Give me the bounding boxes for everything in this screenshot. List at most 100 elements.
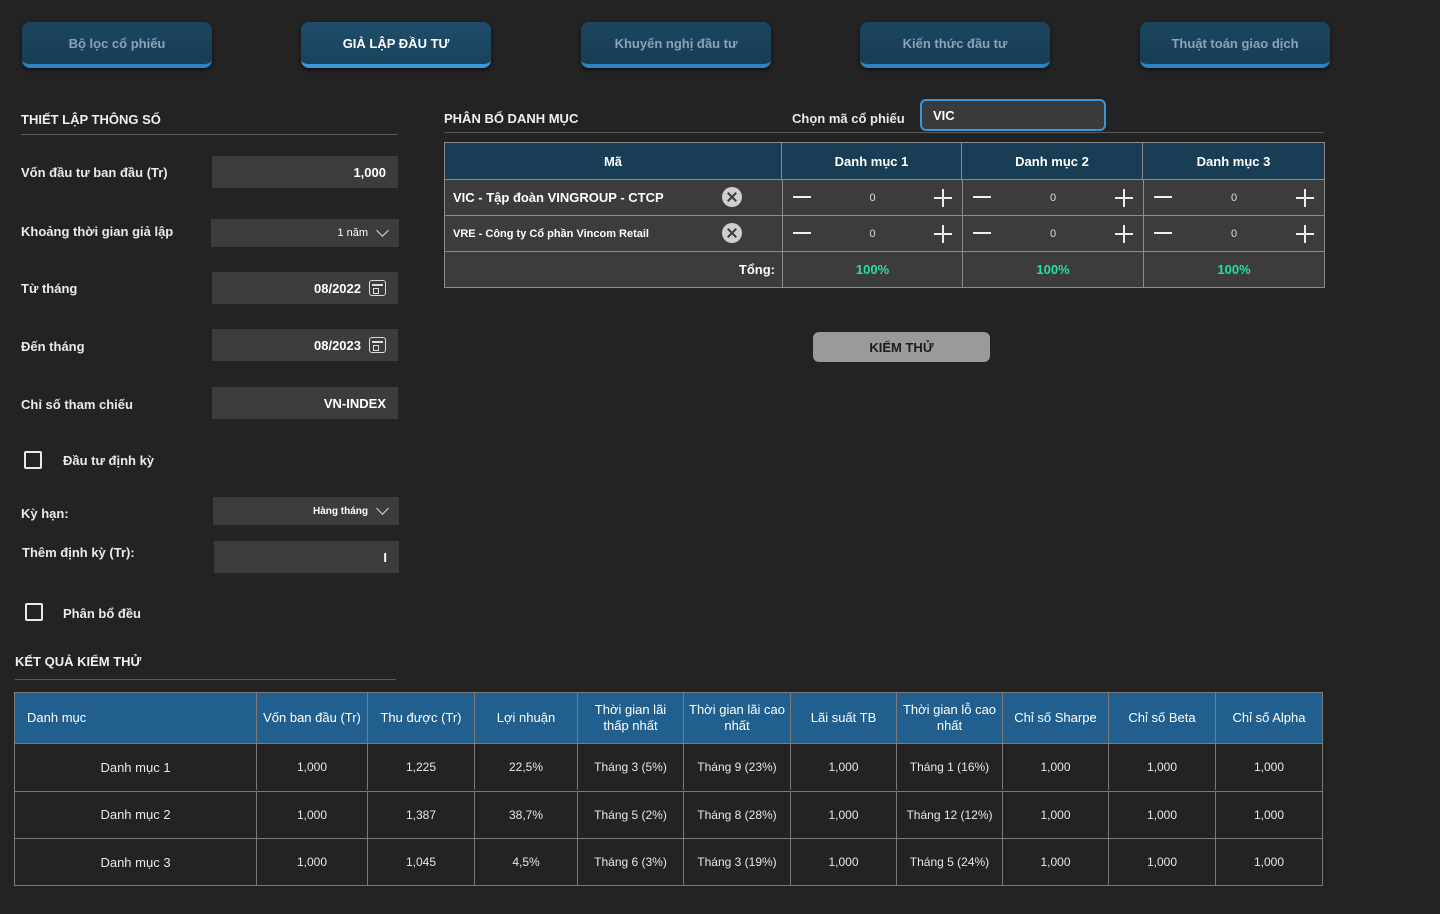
results-header-lowest-profit-time: Thời gian lãi thấp nhất	[578, 693, 684, 743]
results-cell-initial-capital: 1,000	[257, 743, 368, 790]
results-header-sharpe: Chỉ số Sharpe	[1003, 693, 1109, 743]
chevron-down-icon	[376, 502, 389, 515]
chevron-down-icon	[376, 224, 389, 237]
from-month-input[interactable]: 08/2022	[212, 272, 398, 304]
term-value: Hàng tháng	[313, 505, 368, 517]
benchmark-value: VN-INDEX	[323, 395, 386, 411]
initial-capital-value: 1,000	[353, 164, 386, 180]
plus-icon[interactable]	[1296, 225, 1314, 243]
results-cell-initial-capital: 1,000	[257, 838, 368, 885]
results-divider	[15, 679, 396, 680]
tab-trading-algorithm[interactable]: Thuật toán giao dịch	[1140, 22, 1330, 68]
to-month-input[interactable]: 08/2023	[212, 329, 398, 361]
symbol-value: VIC	[933, 107, 955, 123]
period-select[interactable]: 1 năm	[211, 219, 399, 247]
alloc-total-row: Tổng: 100% 100% 100%	[445, 251, 1324, 287]
benchmark-input[interactable]: VN-INDEX	[212, 387, 398, 419]
term-select[interactable]: Hàng tháng	[213, 497, 399, 525]
alloc-total-value: 100%	[1143, 252, 1324, 287]
periodic-add-value: I	[383, 549, 387, 565]
results-cell-highest-loss-time: Tháng 1 (16%)	[897, 743, 1003, 790]
results-cell-sharpe: 1,000	[1003, 743, 1109, 790]
results-cell-lowest-profit-time: Tháng 5 (2%)	[578, 790, 684, 838]
alloc-cell: 0	[1143, 180, 1324, 215]
alloc-row: VIC - Tập đoàn VINGROUP - CTCP 0 0 0	[445, 179, 1324, 215]
results-header-portfolio: Danh mục	[15, 693, 257, 743]
alloc-stock-name: VIC - Tập đoàn VINGROUP - CTCP	[453, 190, 664, 205]
results-cell-received: 1,225	[368, 743, 475, 790]
alloc-header-portfolio-3: Danh mục 3	[1143, 143, 1324, 179]
results-header-alpha: Chỉ số Alpha	[1216, 693, 1322, 743]
results-cell-portfolio: Danh mục 2	[15, 790, 257, 838]
initial-capital-input[interactable]: 1,000	[212, 156, 398, 188]
results-cell-beta: 1,000	[1109, 790, 1216, 838]
results-header-beta: Chỉ số Beta	[1109, 693, 1216, 743]
results-cell-portfolio: Danh mục 1	[15, 743, 257, 790]
equal-allocation-label: Phân bổ đều	[63, 606, 141, 621]
results-cell-beta: 1,000	[1109, 743, 1216, 790]
backtest-button[interactable]: KIỂM THỬ	[813, 332, 990, 362]
results-cell-sharpe: 1,000	[1003, 790, 1109, 838]
results-cell-portfolio: Danh mục 3	[15, 838, 257, 885]
results-title: KẾT QUẢ KIỂM THỬ	[15, 654, 142, 669]
allocation-title: PHÂN BỔ DANH MỤC	[444, 111, 579, 126]
plus-icon[interactable]	[1115, 225, 1133, 243]
plus-icon[interactable]	[1296, 189, 1314, 207]
results-cell-beta: 1,000	[1109, 838, 1216, 885]
to-month-label: Đến tháng	[21, 339, 85, 354]
plus-icon[interactable]	[1115, 189, 1133, 207]
results-cell-highest-profit-time: Tháng 8 (28%)	[684, 790, 791, 838]
term-label: Kỳ hạn:	[21, 506, 69, 521]
period-value: 1 năm	[337, 227, 368, 239]
tab-investment-knowledge[interactable]: Kiến thức đầu tư	[860, 22, 1050, 68]
results-cell-highest-profit-time: Tháng 3 (19%)	[684, 838, 791, 885]
settings-divider	[21, 134, 398, 135]
results-cell-profit: 22,5%	[475, 743, 578, 790]
alloc-cell: 0	[962, 180, 1143, 215]
results-table: Danh mục Vốn ban đầu (Tr) Thu được (Tr) Lợi…	[14, 692, 1323, 886]
alloc-cell: 0	[782, 216, 962, 251]
results-cell-received: 1,045	[368, 838, 475, 885]
periodic-investment-checkbox[interactable]	[24, 451, 42, 469]
results-cell-highest-profit-time: Tháng 9 (23%)	[684, 743, 791, 790]
alloc-cell: 0	[782, 180, 962, 215]
settings-title: THIẾT LẬP THÔNG SỐ	[21, 112, 161, 127]
alloc-header-portfolio-1: Danh mục 1	[782, 143, 962, 179]
equal-allocation-checkbox[interactable]	[25, 603, 43, 621]
alloc-cell: 0	[1143, 216, 1324, 251]
to-month-value: 08/2023	[314, 337, 361, 353]
periodic-add-input[interactable]: I	[214, 541, 399, 573]
plus-icon[interactable]	[934, 189, 952, 207]
calendar-icon[interactable]	[369, 280, 386, 296]
plus-icon[interactable]	[934, 225, 952, 243]
remove-icon[interactable]	[722, 223, 742, 243]
benchmark-label: Chỉ số tham chiếu	[21, 397, 133, 412]
results-header-received: Thu được (Tr)	[368, 693, 475, 743]
periodic-add-label: Thêm định kỳ (Tr):	[22, 545, 135, 560]
remove-icon[interactable]	[722, 187, 742, 207]
period-label: Khoảng thời gian giả lập	[21, 224, 174, 239]
results-header-avg-interest: Lãi suất TB	[791, 693, 897, 743]
results-cell-initial-capital: 1,000	[257, 790, 368, 838]
results-cell-avg-interest: 1,000	[791, 790, 897, 838]
results-cell-alpha: 1,000	[1216, 838, 1322, 885]
allocation-table: Mã Danh mục 1 Danh mục 2 Danh mục 3 VIC …	[444, 142, 1325, 288]
results-cell-highest-loss-time: Tháng 5 (24%)	[897, 838, 1003, 885]
tab-investment-simulation[interactable]: GIẢ LẬP ĐẦU TƯ	[301, 22, 491, 68]
periodic-investment-label: Đầu tư định kỳ	[63, 453, 155, 468]
alloc-header-symbol: Mã	[445, 143, 782, 179]
symbol-input[interactable]: VIC	[920, 99, 1106, 131]
alloc-cell: 0	[962, 216, 1143, 251]
tab-investment-recommendation[interactable]: Khuyến nghị đầu tư	[581, 22, 771, 68]
allocation-divider	[444, 132, 1324, 133]
results-cell-profit: 4,5%	[475, 838, 578, 885]
results-cell-lowest-profit-time: Tháng 3 (5%)	[578, 743, 684, 790]
symbol-select-label: Chọn mã cổ phiếu	[792, 111, 905, 126]
tab-stock-filter[interactable]: Bộ lọc cổ phiếu	[22, 22, 212, 68]
from-month-value: 08/2022	[314, 280, 361, 296]
from-month-label: Từ tháng	[21, 281, 78, 296]
calendar-icon[interactable]	[369, 337, 386, 353]
alloc-total-value: 100%	[782, 252, 962, 287]
results-header-highest-loss-time: Thời gian lỗ cao nhất	[897, 693, 1003, 743]
initial-capital-label: Vốn đầu tư ban đầu (Tr)	[21, 165, 168, 180]
